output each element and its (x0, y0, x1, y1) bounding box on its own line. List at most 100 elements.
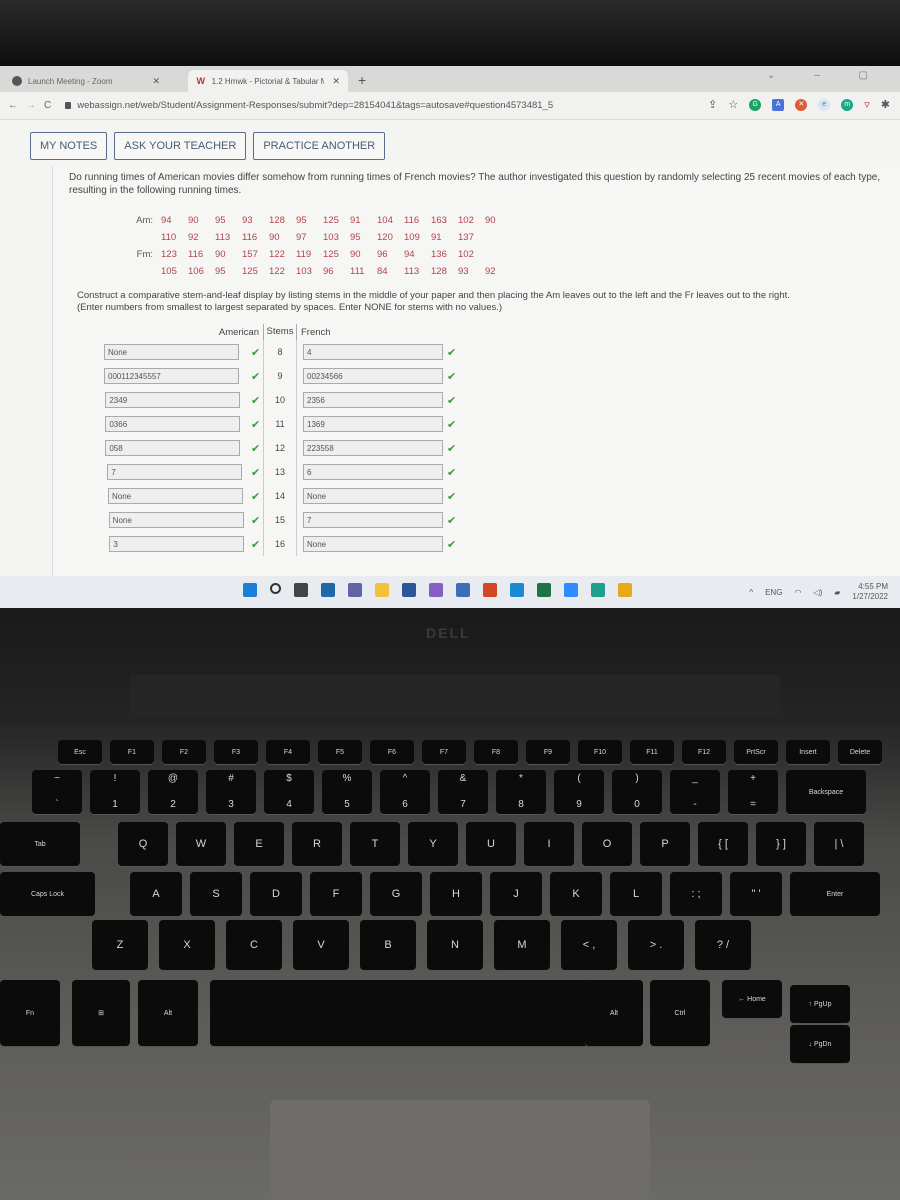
american-leaves-input[interactable] (104, 368, 239, 384)
american-leaves-input[interactable] (105, 392, 241, 408)
search-icon[interactable] (270, 583, 281, 594)
key-2[interactable]: S (190, 872, 242, 916)
key-f2[interactable]: F2 (162, 740, 206, 764)
key-1[interactable]: ! 1 (90, 770, 140, 814)
key-f6[interactable]: F6 (370, 740, 414, 764)
american-leaves-input[interactable] (104, 344, 239, 360)
french-leaves-input[interactable] (303, 416, 443, 432)
key-10[interactable]: : ; (670, 872, 722, 916)
key-fn[interactable]: Fn (0, 980, 60, 1046)
task-view-icon[interactable] (294, 583, 308, 597)
key--[interactable]: _ - (670, 770, 720, 814)
clock[interactable]: 4:55 PM 1/27/2022 (852, 582, 888, 602)
key-1[interactable]: A (130, 872, 182, 916)
key-esc[interactable]: Esc (58, 740, 102, 764)
show-hidden-icons-chevron-icon[interactable]: ^ (749, 588, 753, 597)
key-f3[interactable]: F3 (214, 740, 258, 764)
key-9[interactable]: (9 (554, 770, 604, 814)
key-5[interactable]: % 5 (322, 770, 372, 814)
key-9[interactable]: L (610, 872, 662, 916)
windows-start-icon[interactable] (243, 583, 257, 597)
key-home[interactable]: ← Home (722, 980, 782, 1018)
key-prtscr[interactable]: PrtScr (734, 740, 778, 764)
key-3[interactable]: #3 (206, 770, 256, 814)
key-4[interactable]: R (292, 822, 342, 866)
word-icon[interactable] (402, 583, 416, 597)
key-insert[interactable]: Insert (786, 740, 830, 764)
key-4[interactable]: $4 (264, 770, 314, 814)
key-10[interactable]: P (640, 822, 690, 866)
key-9[interactable]: ? / (695, 920, 751, 970)
french-leaves-input[interactable] (303, 344, 443, 360)
french-leaves-input[interactable] (303, 488, 443, 504)
bookmark-star-icon[interactable]: ☆ (728, 98, 738, 111)
american-leaves-input[interactable] (105, 416, 241, 432)
key-6[interactable]: Y (408, 822, 458, 866)
tab-webassign[interactable]: W 1.2 Hmwk - Pictorial & Tabular M ✕ (188, 70, 348, 92)
american-leaves-input[interactable] (107, 464, 243, 480)
key-2[interactable]: @2 (148, 770, 198, 814)
french-leaves-input[interactable] (303, 536, 443, 552)
zoom-icon[interactable] (564, 583, 578, 597)
key-tab[interactable]: Tab (0, 822, 80, 866)
back-icon[interactable]: ← (8, 100, 18, 111)
key-ctrl[interactable]: Ctrl (650, 980, 710, 1046)
window-controls[interactable]: ⌄ – ▢ (767, 70, 886, 81)
wifi-icon[interactable]: ◠ (794, 588, 801, 597)
key-1[interactable]: Q (118, 822, 168, 866)
key-9[interactable]: O (582, 822, 632, 866)
key-2[interactable]: W (176, 822, 226, 866)
key-12[interactable]: } ] (756, 822, 806, 866)
new-tab-button[interactable]: + (358, 72, 366, 88)
key-7[interactable]: J (490, 872, 542, 916)
key-3[interactable]: E (234, 822, 284, 866)
key-5[interactable]: T (350, 822, 400, 866)
key-0[interactable]: ) 0 (612, 770, 662, 814)
visual-studio-icon[interactable] (429, 583, 443, 597)
teams-chat-icon[interactable] (348, 583, 362, 597)
key-7[interactable]: U (466, 822, 516, 866)
key-8[interactable]: * 8 (496, 770, 546, 814)
key-11[interactable]: { [ (698, 822, 748, 866)
tab-zoom[interactable]: Launch Meeting - Zoom ✕ (4, 70, 168, 92)
key-f4[interactable]: F4 (266, 740, 310, 764)
key-3[interactable]: D (250, 872, 302, 916)
french-leaves-input[interactable] (303, 368, 443, 384)
key-5[interactable]: N (427, 920, 483, 970)
share-icon[interactable]: ⇪ (708, 98, 717, 111)
url-input[interactable]: webassign.net/web/Student/Assignment-Res… (77, 100, 553, 111)
key-win[interactable]: ⊞ (72, 980, 130, 1046)
blocker-extension-icon[interactable]: ✕ (795, 98, 808, 111)
key-f11[interactable]: F11 (630, 740, 674, 764)
key-6[interactable]: H (430, 872, 482, 916)
key-5[interactable]: G (370, 872, 422, 916)
key-8[interactable]: > . (628, 920, 684, 970)
key-f9[interactable]: F9 (526, 740, 570, 764)
key-caps-lock[interactable]: Caps Lock (0, 872, 95, 916)
close-tab-icon[interactable]: ✕ (153, 76, 161, 87)
key-8[interactable]: I (524, 822, 574, 866)
edge-icon[interactable] (591, 583, 605, 597)
american-leaves-input[interactable] (108, 512, 244, 528)
key-7[interactable]: < , (561, 920, 617, 970)
key-6[interactable]: M (494, 920, 550, 970)
widgets-icon[interactable] (321, 583, 335, 597)
m-extension-icon[interactable]: m (841, 98, 854, 111)
trackpad[interactable] (270, 1100, 650, 1200)
key-enter[interactable]: Enter (790, 872, 880, 916)
key-=[interactable]: + = (728, 770, 778, 814)
forward-icon[interactable]: → (26, 100, 36, 111)
edge-extension-icon[interactable]: e (818, 98, 831, 111)
key-1[interactable]: X (159, 920, 215, 970)
american-leaves-input[interactable] (109, 536, 245, 552)
key-pgdn[interactable]: ↓ PgDn (790, 1025, 850, 1063)
key-8[interactable]: K (550, 872, 602, 916)
key-13[interactable]: | \ (814, 822, 864, 866)
key-alt[interactable]: Alt (585, 980, 643, 1046)
french-leaves-input[interactable] (303, 464, 443, 480)
key-f12[interactable]: F12 (682, 740, 726, 764)
powerpoint-icon[interactable] (483, 583, 497, 597)
key-f5[interactable]: F5 (318, 740, 362, 764)
language-indicator[interactable]: ENG (765, 588, 782, 597)
chrome-icon[interactable] (618, 583, 632, 597)
